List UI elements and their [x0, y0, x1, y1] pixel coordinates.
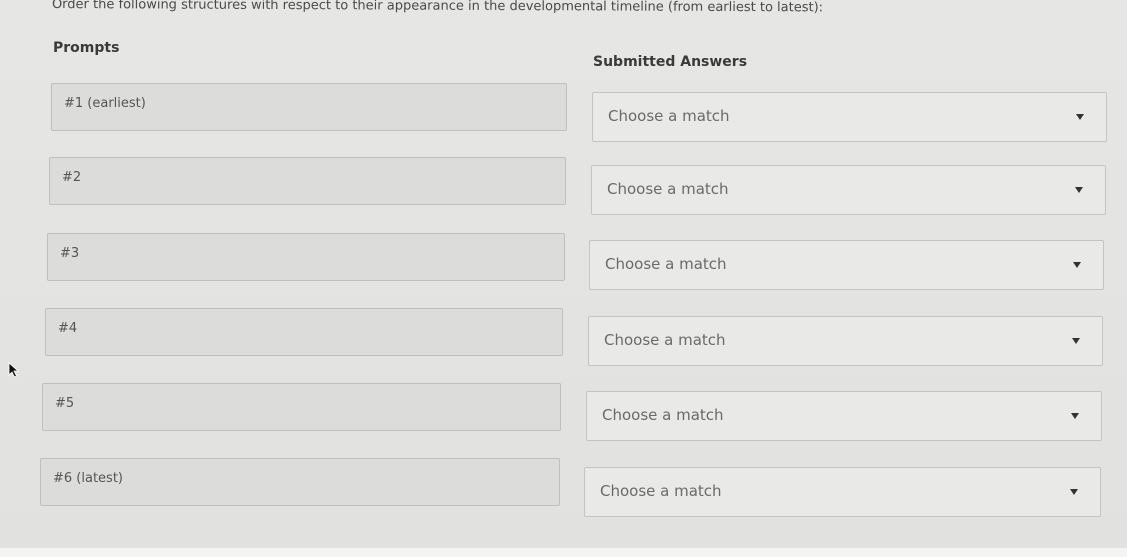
prompt-box: #4: [45, 308, 563, 356]
answer-select[interactable]: Choose a match: [586, 391, 1102, 441]
prompt-label: #2: [62, 170, 82, 185]
prompt-label: #6 (latest): [53, 471, 123, 486]
match-row: #1 (earliest) Choose a match: [0, 80, 1127, 142]
match-row: #6 (latest) Choose a match: [0, 455, 1127, 517]
prompt-box: #5: [42, 383, 561, 431]
answer-select-value: Choose a match: [608, 107, 730, 125]
answer-select-value: Choose a match: [607, 180, 729, 198]
chevron-down-icon: [1073, 262, 1081, 268]
prompt-box: #3: [47, 233, 565, 281]
answer-select-value: Choose a match: [605, 255, 727, 273]
answer-select[interactable]: Choose a match: [592, 92, 1107, 142]
answer-select[interactable]: Choose a match: [591, 165, 1106, 215]
chevron-down-icon: [1071, 413, 1079, 419]
answer-select-value: Choose a match: [604, 331, 726, 349]
match-rows: #1 (earliest) Choose a match #2 Choose a…: [0, 0, 1127, 557]
answer-select[interactable]: Choose a match: [589, 240, 1104, 290]
prompt-label: #1 (earliest): [64, 96, 146, 111]
answer-select[interactable]: Choose a match: [588, 316, 1103, 366]
match-row: #2 Choose a match: [0, 154, 1127, 215]
prompt-box: #2: [49, 157, 566, 205]
prompt-box: #1 (earliest): [51, 83, 567, 131]
answer-select[interactable]: Choose a match: [584, 467, 1101, 517]
prompt-box: #6 (latest): [40, 458, 560, 506]
prompt-label: #4: [58, 321, 78, 336]
match-row: #5 Choose a match: [0, 380, 1127, 441]
chevron-down-icon: [1075, 187, 1083, 193]
matching-question-page: Order the following structures with resp…: [0, 0, 1127, 557]
prompt-label: #3: [60, 246, 80, 261]
mouse-pointer-icon: [8, 362, 20, 378]
chevron-down-icon: [1076, 114, 1084, 120]
chevron-down-icon: [1070, 489, 1078, 495]
answer-select-value: Choose a match: [600, 482, 722, 500]
chevron-down-icon: [1072, 338, 1080, 344]
match-row: #3 Choose a match: [0, 230, 1127, 290]
answer-select-value: Choose a match: [602, 406, 724, 424]
prompt-label: #5: [55, 396, 75, 411]
match-row: #4 Choose a match: [0, 305, 1127, 366]
bottom-edge: [0, 548, 1127, 557]
